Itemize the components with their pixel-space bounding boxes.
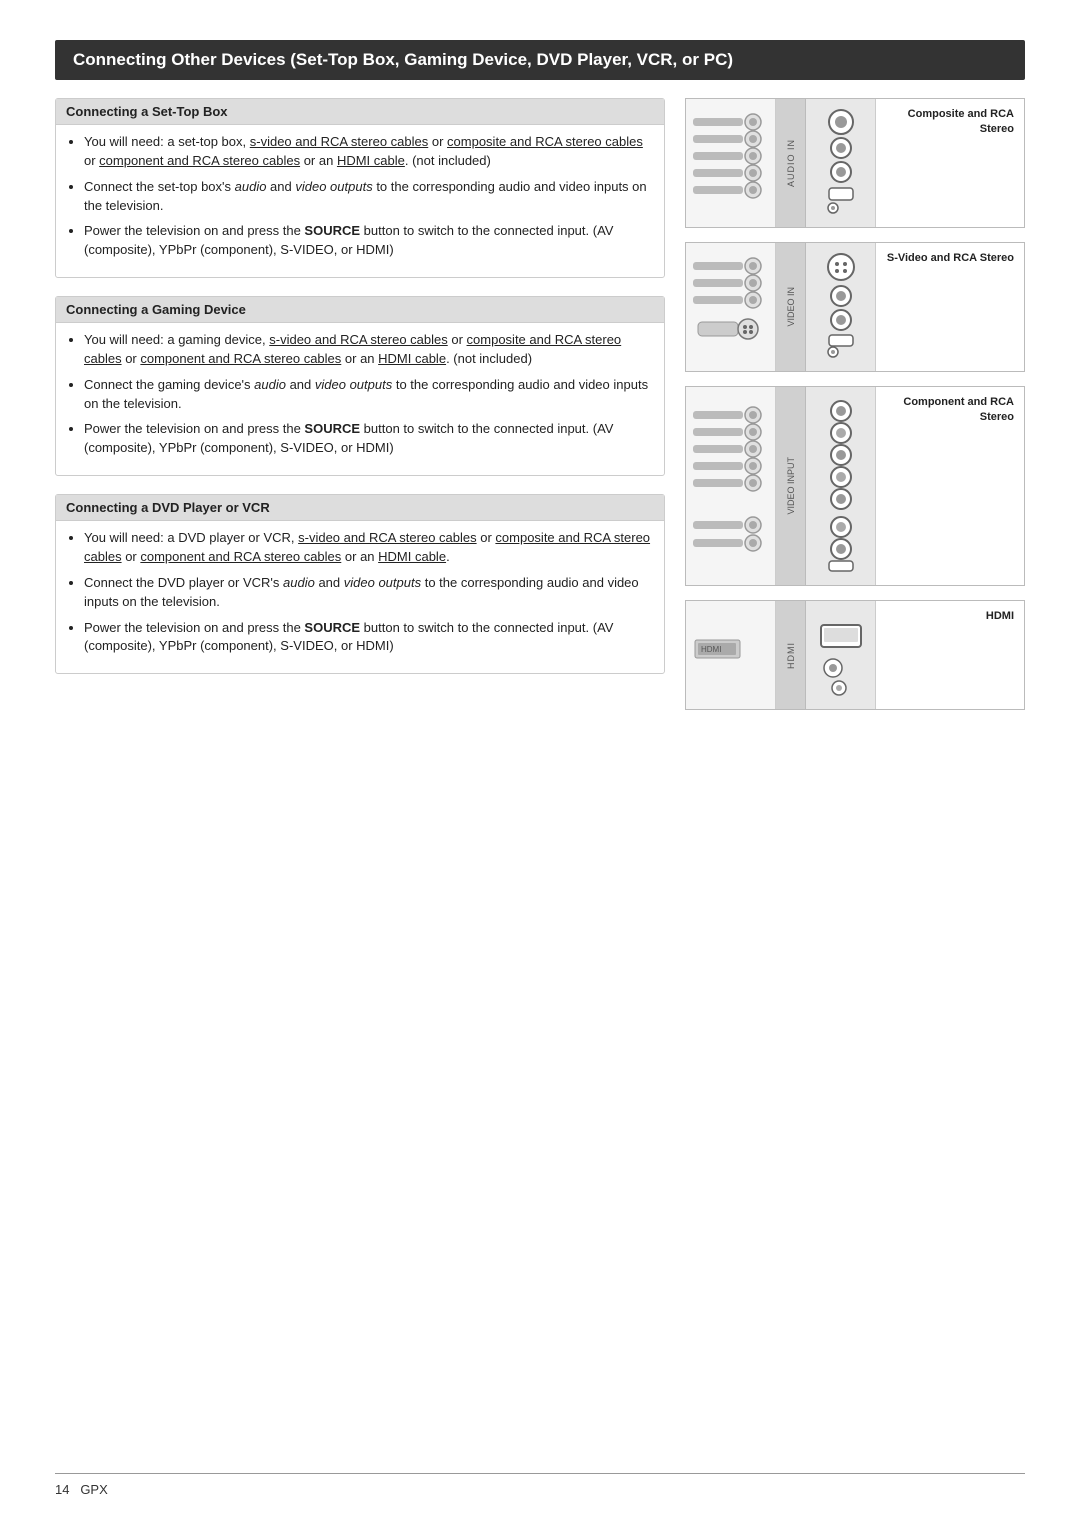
composite-bar: AUDIO IN xyxy=(776,99,806,227)
hdmi-cable-svg: HDMI xyxy=(693,615,768,695)
page: Connecting Other Devices (Set-Top Box, G… xyxy=(0,0,1080,784)
dvd-vcr-body: You will need: a DVD player or VCR, s-vi… xyxy=(56,521,664,673)
right-column: AUDIO IN xyxy=(685,98,1025,724)
composite-bar-text: AUDIO IN xyxy=(786,139,796,187)
dvd-vcr-title: Connecting a DVD Player or VCR xyxy=(56,495,664,521)
set-top-box-body: You will need: a set-top box, s-video an… xyxy=(56,125,664,277)
hdmi-label: HDMI xyxy=(986,609,1014,624)
set-top-box-title: Connecting a Set-Top Box xyxy=(56,99,664,125)
hdmi-ports xyxy=(806,601,876,709)
main-layout: Connecting a Set-Top Box You will need: … xyxy=(55,98,1025,724)
cable-link[interactable]: component and RCA stereo cables xyxy=(140,351,341,366)
list-item: Power the television on and press the SO… xyxy=(84,222,654,260)
footer-page-number: 14 GPX xyxy=(55,1482,108,1497)
composite-label: Composite and RCA Stereo xyxy=(880,107,1014,138)
hdmi-ports-svg xyxy=(811,610,871,700)
cable-link[interactable]: HDMI cable xyxy=(378,351,446,366)
hdmi-diagram: HDMI HDMI xyxy=(685,600,1025,710)
hdmi-bar: HDMI xyxy=(776,601,806,709)
list-item: Power the television on and press the SO… xyxy=(84,420,654,458)
composite-ports-svg xyxy=(811,108,871,218)
svideo-diagram: VIDEO IN xyxy=(685,242,1025,372)
list-item: You will need: a set-top box, s-video an… xyxy=(84,133,654,171)
list-item: Connect the set-top box's audio and vide… xyxy=(84,178,654,216)
gaming-device-title: Connecting a Gaming Device xyxy=(56,297,664,323)
cable-link[interactable]: component and RCA stereo cables xyxy=(140,549,341,564)
page-title: Connecting Other Devices (Set-Top Box, G… xyxy=(73,50,733,69)
composite-cable-svg xyxy=(693,113,768,213)
component-label: Component and RCA Stereo xyxy=(880,395,1014,426)
component-diagram: VIDEO INPUT xyxy=(685,386,1025,586)
svideo-bar-text: VIDEO IN xyxy=(786,287,796,327)
cable-link[interactable]: s-video and RCA stereo cables xyxy=(250,134,428,149)
list-item: Connect the gaming device's audio and vi… xyxy=(84,376,654,414)
gaming-device-section: Connecting a Gaming Device You will need… xyxy=(55,296,665,476)
composite-label-area: Composite and RCA Stereo xyxy=(876,99,1024,227)
list-item: Power the television on and press the SO… xyxy=(84,619,654,657)
svideo-ports xyxy=(806,243,876,371)
svideo-bar: VIDEO IN xyxy=(776,243,806,371)
dvd-vcr-list: You will need: a DVD player or VCR, s-vi… xyxy=(66,529,654,656)
component-ports xyxy=(806,387,876,585)
hdmi-bar-text: HDMI xyxy=(786,642,796,669)
component-label-area: Component and RCA Stereo xyxy=(876,387,1024,585)
component-bar-text: VIDEO INPUT xyxy=(786,457,796,515)
page-header: Connecting Other Devices (Set-Top Box, G… xyxy=(55,40,1025,80)
cable-link[interactable]: HDMI cable xyxy=(378,549,446,564)
page-footer: 14 GPX xyxy=(55,1473,1025,1497)
component-cables xyxy=(686,387,776,585)
cable-link[interactable]: component and RCA stereo cables xyxy=(99,153,300,168)
list-item: Connect the DVD player or VCR's audio an… xyxy=(84,574,654,612)
dvd-vcr-section: Connecting a DVD Player or VCR You will … xyxy=(55,494,665,674)
set-top-box-list: You will need: a set-top box, s-video an… xyxy=(66,133,654,260)
left-column: Connecting a Set-Top Box You will need: … xyxy=(55,98,665,692)
cable-link[interactable]: s-video and RCA stereo cables xyxy=(298,530,476,545)
hdmi-label-area: HDMI xyxy=(876,601,1024,709)
component-bar: VIDEO INPUT xyxy=(776,387,806,585)
composite-diagram: AUDIO IN xyxy=(685,98,1025,228)
hdmi-cables: HDMI xyxy=(686,601,776,709)
composite-cables xyxy=(686,99,776,227)
svideo-cables xyxy=(686,243,776,371)
component-cable-svg xyxy=(693,406,768,566)
list-item: You will need: a gaming device, s-video … xyxy=(84,331,654,369)
svideo-label: S-Video and RCA Stereo xyxy=(887,251,1014,266)
set-top-box-section: Connecting a Set-Top Box You will need: … xyxy=(55,98,665,278)
cable-link[interactable]: composite and RCA stereo cables xyxy=(447,134,643,149)
component-ports-svg xyxy=(811,399,871,574)
svg-text:HDMI: HDMI xyxy=(701,645,721,654)
cable-link[interactable]: s-video and RCA stereo cables xyxy=(269,332,447,347)
gaming-device-list: You will need: a gaming device, s-video … xyxy=(66,331,654,458)
svideo-cable-svg xyxy=(693,257,768,357)
svideo-ports-svg xyxy=(811,252,871,362)
cable-link[interactable]: HDMI cable xyxy=(337,153,405,168)
svideo-label-area: S-Video and RCA Stereo xyxy=(876,243,1024,371)
list-item: You will need: a DVD player or VCR, s-vi… xyxy=(84,529,654,567)
gaming-device-body: You will need: a gaming device, s-video … xyxy=(56,323,664,475)
composite-ports xyxy=(806,99,876,227)
